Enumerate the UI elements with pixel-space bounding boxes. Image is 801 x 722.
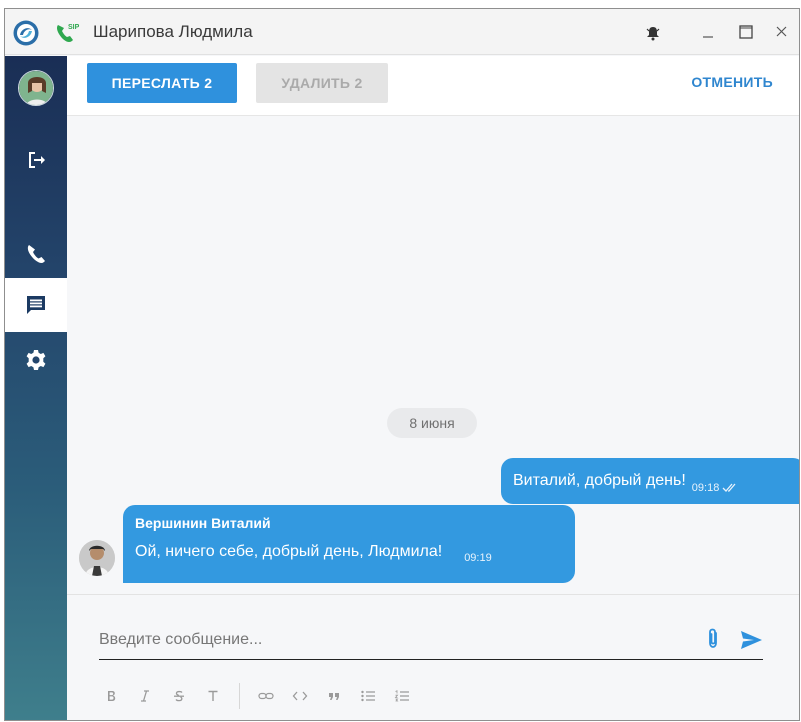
sender-avatar[interactable]	[79, 540, 115, 576]
double-check-icon	[722, 483, 736, 492]
user-avatar-image	[19, 71, 53, 105]
outgoing-message[interactable]: Виталий, добрый день! 09:18	[501, 458, 799, 504]
user-avatar[interactable]	[18, 70, 54, 106]
chat-icon	[27, 296, 45, 314]
attach-icon[interactable]	[703, 627, 723, 651]
bulleted-list-icon	[361, 690, 375, 702]
quote-button[interactable]	[322, 684, 346, 708]
date-divider: 8 июня	[387, 408, 477, 438]
cancel-button[interactable]: ОТМЕНИТЬ	[691, 74, 773, 90]
incoming-message[interactable]: Вершинин Виталий Ой, ничего себе, добрый…	[123, 505, 575, 583]
sidebar	[5, 56, 67, 720]
quote-icon	[329, 693, 339, 700]
delete-button[interactable]: УДАЛИТЬ 2	[256, 63, 388, 103]
bold-icon	[108, 691, 116, 701]
toolbar-divider	[239, 683, 240, 709]
link-button[interactable]	[254, 684, 278, 708]
code-button[interactable]	[288, 684, 312, 708]
bold-button[interactable]	[99, 684, 123, 708]
window-title: Шарипова Людмила	[93, 22, 253, 41]
send-icon[interactable]	[739, 629, 763, 651]
message-text: Ой, ничего себе, добрый день, Людмила!	[135, 543, 443, 560]
maximize-button[interactable]	[735, 21, 757, 43]
sip-phone-icon: SIP	[57, 24, 80, 42]
logout-icon[interactable]	[24, 148, 48, 172]
sip-badge: SIP	[68, 24, 80, 31]
numbered-list-button[interactable]	[390, 684, 414, 708]
message-text: Виталий, добрый день!	[513, 472, 686, 489]
sidebar-item-chat[interactable]	[5, 278, 67, 332]
bell-icon[interactable]	[645, 25, 661, 41]
strikethrough-button[interactable]	[167, 684, 191, 708]
selection-action-bar: ПЕРЕСЛАТЬ 2 УДАЛИТЬ 2 ОТМЕНИТЬ	[67, 56, 799, 116]
italic-icon	[141, 690, 149, 702]
minimize-button[interactable]	[697, 21, 719, 43]
app-logo-icon	[13, 20, 39, 46]
title-bar: SIP Шарипова Людмила	[5, 9, 799, 55]
app-window: SIP Шарипова Людмила ПЕРЕСЛАТЬ 2 УДАЛИТЬ…	[4, 8, 800, 721]
bulleted-list-button[interactable]	[356, 684, 380, 708]
message-time: 09:19	[464, 552, 492, 564]
strikethrough-icon	[174, 690, 184, 702]
link-icon	[258, 692, 274, 700]
sender-avatar-image	[79, 540, 115, 576]
message-list: 8 июня Виталий, добрый день! 09:18 Верши	[67, 116, 799, 594]
message-time: 09:18	[691, 482, 720, 494]
numbered-list-icon	[394, 690, 409, 702]
text-size-button[interactable]	[201, 684, 225, 708]
text-icon	[208, 690, 218, 701]
format-toolbar	[99, 681, 424, 711]
code-icon	[292, 691, 308, 701]
message-composer	[67, 594, 799, 720]
italic-button[interactable]	[133, 684, 157, 708]
forward-button[interactable]: ПЕРЕСЛАТЬ 2	[87, 63, 237, 103]
phone-icon[interactable]	[24, 242, 48, 266]
input-underline	[99, 659, 763, 660]
sender-name: Вершинин Виталий	[135, 515, 271, 531]
message-meta: 09:18	[692, 482, 741, 494]
close-button[interactable]	[771, 21, 793, 43]
gear-icon[interactable]	[24, 348, 48, 372]
message-input[interactable]	[99, 625, 699, 655]
